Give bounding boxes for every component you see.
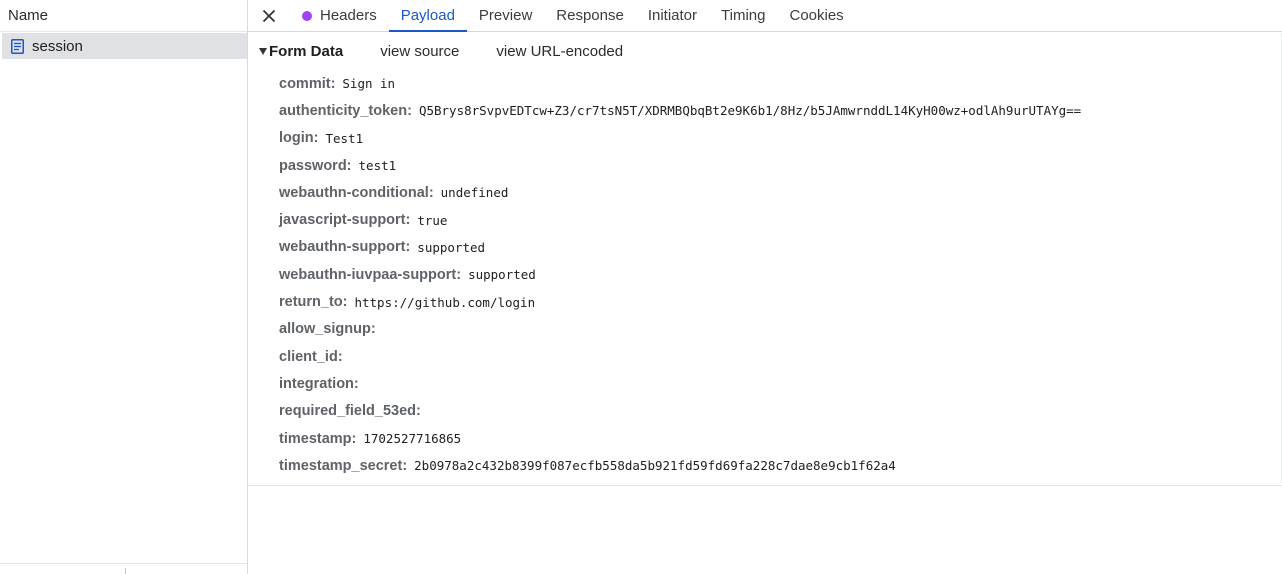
form-field-value: Q5Brys8rSvpvEDTcw+Z3/cr7tsN5T/XDRMBQbqBt… [418,103,1082,119]
form-field-key: javascript-support: [279,212,411,229]
document-icon [11,38,24,54]
tab-label: Timing [721,7,766,24]
form-field-value: true [417,212,448,228]
form-data-list: commit: Sign in authenticity_token: Q5Brys8… [248,70,1282,487]
form-field-row[interactable]: timestamp: 1702527716865 [248,425,1282,452]
tab-response[interactable]: Response [544,0,636,31]
request-row-session[interactable]: session [2,33,247,59]
form-field-key: commit: [279,75,336,92]
tab-preview[interactable]: Preview [467,0,544,31]
view-url-encoded-button[interactable]: view URL-encoded [496,43,623,60]
form-field-key: integration: [279,375,359,392]
close-button[interactable] [248,0,290,31]
tab-cookies[interactable]: Cookies [777,0,855,31]
form-field-key: password: [279,157,352,174]
form-field-value: Test1 [325,130,364,146]
form-field-key: webauthn-conditional: [279,184,434,201]
form-field-row[interactable]: allow_signup: [248,316,1282,343]
view-source-button[interactable]: view source [380,43,459,60]
form-field-value: test1 [358,158,397,174]
tab-payload[interactable]: Payload [388,0,468,32]
form-field-row[interactable]: timestamp_secret: 2b0978a2c432b8399f087ec… [248,452,1282,479]
form-field-row[interactable]: login: Test1 [248,125,1282,152]
form-field-key: webauthn-support: [279,239,411,256]
tab-headers[interactable]: Headers [290,0,389,31]
tab-label: Headers [320,7,377,24]
status-separator [125,568,126,574]
tab-label: Payload [400,7,455,24]
tab-label: Initiator [647,7,698,24]
form-field-row[interactable]: integration: [248,370,1282,397]
form-field-row[interactable]: webauthn-conditional: undefined [248,179,1282,206]
form-field-row[interactable]: password: test1 [248,152,1282,179]
modified-dot-icon [302,10,312,21]
form-field-key: authenticity_token: [279,102,412,119]
form-data-header[interactable]: Form Data view source view URL-encoded [248,32,1282,70]
form-field-row[interactable]: commit: Sign in [248,70,1282,97]
close-icon [262,9,276,22]
form-field-key: timestamp: [279,430,357,447]
form-field-key: webauthn-iuvpaa-support: [279,266,462,283]
detail-tabbar: Headers Payload Preview Response Initiat… [248,0,1282,32]
form-field-value: supported [417,239,486,255]
tab-initiator[interactable]: Initiator [636,0,709,31]
form-field-value: undefined [440,185,509,201]
request-name: session [32,37,83,55]
tab-timing[interactable]: Timing [709,0,777,31]
tab-label: Response [556,7,624,24]
form-field-key: timestamp_secret: [279,457,408,474]
form-field-value: Sign in [342,76,396,92]
status-bar [0,563,247,574]
form-field-row[interactable]: required_field_53ed: [248,398,1282,425]
form-field-value: 2b0978a2c432b8399f087ecfb558da5b921fd59f… [414,458,896,474]
form-field-row[interactable]: return_to: https://github.com/login [248,288,1282,315]
form-field-value: supported [468,267,536,283]
form-field-value: https://github.com/login [354,294,536,310]
form-field-value: 1702527716865 [363,431,462,446]
request-list: Name session [0,0,248,574]
form-field-key: required_field_53ed: [279,403,421,420]
devtools-network-panel: Name session Headers Payload Preview Res… [0,0,1282,574]
form-field-key: allow_signup: [279,321,376,338]
form-field-row[interactable]: authenticity_token: Q5Brys8rSvpvEDTcw+Z3/… [248,97,1282,124]
form-field-row[interactable]: client_id: [248,343,1282,370]
form-field-row[interactable]: webauthn-iuvpaa-support: supported [248,261,1282,288]
name-column-header[interactable]: Name [0,0,247,32]
form-field-row[interactable]: javascript-support: true [248,206,1282,233]
form-field-key: client_id: [279,348,343,365]
tab-label: Cookies [789,7,844,24]
tab-label: Preview [478,7,533,24]
expand-triangle-icon[interactable] [259,47,267,55]
form-data-title: Form Data [269,42,344,60]
form-field-key: return_to: [279,294,348,311]
request-detail-pane: Headers Payload Preview Response Initiat… [248,0,1282,574]
form-field-key: login: [279,130,319,147]
form-field-row[interactable]: webauthn-support: supported [248,234,1282,261]
